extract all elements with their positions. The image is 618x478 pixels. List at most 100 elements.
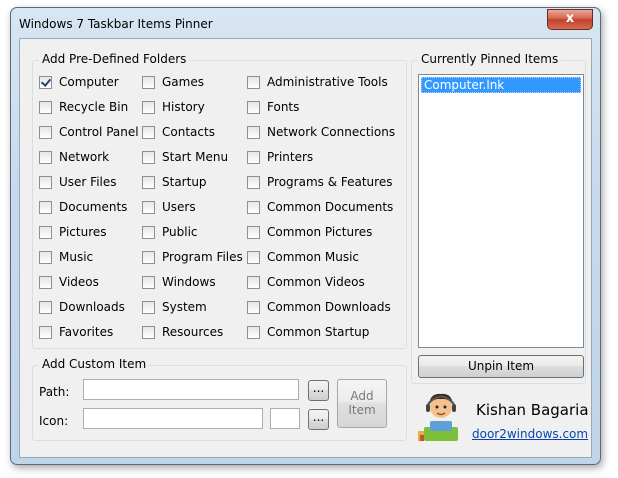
checkbox-documents[interactable]: Documents: [39, 199, 127, 215]
checkbox-box[interactable]: [247, 275, 260, 289]
checkbox-common-videos[interactable]: Common Videos: [247, 274, 365, 290]
checkbox-contacts[interactable]: Contacts: [142, 124, 215, 140]
checkbox-box[interactable]: [39, 100, 52, 114]
checkbox-favorites[interactable]: Favorites: [39, 324, 113, 340]
checkbox-network-connections[interactable]: Network Connections: [247, 124, 395, 140]
checkbox-common-startup[interactable]: Common Startup: [247, 324, 369, 340]
checkbox-box[interactable]: [247, 225, 260, 239]
checkbox-box[interactable]: [39, 250, 52, 264]
checkbox-label: History: [162, 100, 205, 114]
checkbox-label: Windows: [162, 275, 216, 289]
checkbox-box[interactable]: [142, 150, 155, 164]
checkbox-label: User Files: [59, 175, 117, 189]
checkbox-box[interactable]: [142, 175, 155, 189]
checkbox-network[interactable]: Network: [39, 149, 109, 165]
checkbox-pictures[interactable]: Pictures: [39, 224, 107, 240]
browse-icon-button[interactable]: ...: [308, 409, 329, 430]
list-item[interactable]: Computer.lnk: [421, 77, 581, 93]
checkbox-printers[interactable]: Printers: [247, 149, 313, 165]
checkbox-label: Common Documents: [267, 200, 394, 214]
checkbox-box[interactable]: [247, 75, 260, 89]
checkbox-label: Control Panel: [59, 125, 139, 139]
icon-path-field[interactable]: [83, 408, 263, 429]
checkbox-label: Resources: [162, 325, 224, 339]
checkbox-box[interactable]: [247, 250, 260, 264]
checkbox-box[interactable]: [142, 225, 155, 239]
checkbox-system[interactable]: System: [142, 299, 207, 315]
checkbox-box[interactable]: [142, 75, 155, 89]
checkbox-programs-features[interactable]: Programs & Features: [247, 174, 392, 190]
unpin-item-button[interactable]: Unpin Item: [418, 355, 584, 378]
checkbox-box[interactable]: [247, 200, 260, 214]
checkbox-label: Documents: [59, 200, 128, 214]
checkbox-music[interactable]: Music: [39, 249, 93, 265]
checkbox-label: Public: [162, 225, 198, 239]
checkbox-control-panel[interactable]: Control Panel: [39, 124, 139, 140]
checkbox-recycle-bin[interactable]: Recycle Bin: [39, 99, 128, 115]
checkbox-label: Start Menu: [162, 150, 229, 164]
add-item-button[interactable]: Add Item: [337, 379, 387, 428]
checkbox-label: Network Connections: [267, 125, 396, 139]
checkbox-games[interactable]: Games: [142, 74, 204, 90]
close-button[interactable]: x: [547, 9, 593, 30]
checkbox-box[interactable]: [39, 225, 52, 239]
add-item-label-line2: Item: [348, 403, 376, 417]
author-website-link[interactable]: door2windows.com: [472, 427, 588, 441]
author-avatar: [418, 393, 458, 441]
checkbox-box[interactable]: [247, 100, 260, 114]
checkbox-box[interactable]: [142, 100, 155, 114]
checkbox-common-downloads[interactable]: Common Downloads: [247, 299, 391, 315]
checkbox-label: Startup: [162, 175, 207, 189]
checkbox-computer[interactable]: Computer: [39, 74, 119, 90]
checkbox-box[interactable]: [142, 250, 155, 264]
checkbox-windows[interactable]: Windows: [142, 274, 216, 290]
checkbox-box[interactable]: [142, 275, 155, 289]
checkbox-box[interactable]: [142, 125, 155, 139]
checkbox-label: System: [162, 300, 207, 314]
checkbox-box[interactable]: [247, 300, 260, 314]
path-field[interactable]: [83, 379, 299, 400]
checkbox-box[interactable]: [247, 175, 260, 189]
checkbox-downloads[interactable]: Downloads: [39, 299, 125, 315]
checkbox-box[interactable]: [247, 150, 260, 164]
checkbox-box[interactable]: [142, 300, 155, 314]
checkbox-common-documents[interactable]: Common Documents: [247, 199, 393, 215]
checkbox-administrative-tools[interactable]: Administrative Tools: [247, 74, 388, 90]
checkbox-box[interactable]: [39, 75, 52, 89]
checkbox-label: Pictures: [59, 225, 107, 239]
checkbox-user-files[interactable]: User Files: [39, 174, 117, 190]
checkbox-common-pictures[interactable]: Common Pictures: [247, 224, 372, 240]
checkbox-program-files[interactable]: Program Files: [142, 249, 243, 265]
checkbox-box[interactable]: [39, 275, 52, 289]
icon-index-field[interactable]: [270, 408, 300, 429]
checkbox-label: Games: [162, 75, 204, 89]
checkbox-fonts[interactable]: Fonts: [247, 99, 299, 115]
checkbox-label: Network: [59, 150, 110, 164]
checkbox-history[interactable]: History: [142, 99, 205, 115]
checkbox-common-music[interactable]: Common Music: [247, 249, 359, 265]
checkbox-resources[interactable]: Resources: [142, 324, 223, 340]
checkbox-start-menu[interactable]: Start Menu: [142, 149, 228, 165]
predefined-folders-label: Add Pre-Defined Folders: [39, 52, 190, 66]
checkbox-label: Programs & Features: [267, 175, 393, 189]
checkbox-box[interactable]: [39, 125, 52, 139]
checkbox-box[interactable]: [39, 200, 52, 214]
checkbox-box[interactable]: [247, 125, 260, 139]
checkbox-box[interactable]: [39, 300, 52, 314]
browse-path-button[interactable]: ...: [308, 380, 329, 401]
pinned-items-list[interactable]: Computer.lnk: [418, 74, 584, 348]
checkbox-startup[interactable]: Startup: [142, 174, 207, 190]
icon-label: Icon:: [39, 414, 69, 428]
checkbox-label: Downloads: [59, 300, 125, 314]
checkbox-box[interactable]: [142, 200, 155, 214]
checkbox-box[interactable]: [142, 325, 155, 339]
checkbox-public[interactable]: Public: [142, 224, 198, 240]
checkbox-label: Administrative Tools: [267, 75, 388, 89]
checkbox-box[interactable]: [39, 175, 52, 189]
checkbox-box[interactable]: [39, 150, 52, 164]
checkbox-box[interactable]: [247, 325, 260, 339]
checkbox-box[interactable]: [39, 325, 52, 339]
checkbox-users[interactable]: Users: [142, 199, 196, 215]
checkbox-videos[interactable]: Videos: [39, 274, 99, 290]
path-label: Path:: [39, 385, 70, 399]
